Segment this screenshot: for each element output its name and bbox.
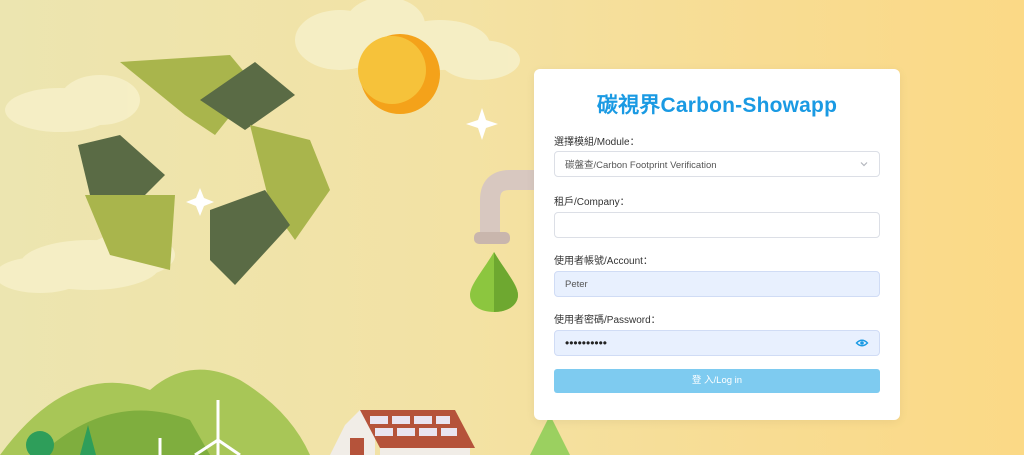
water-drop-icon [470, 252, 518, 312]
login-card: 碳視界Carbon-Showapp 選擇模組/Module： 碳盤查/Carbo… [534, 69, 900, 420]
login-button[interactable]: 登 入/Log in [554, 369, 880, 393]
sparkle-icon [186, 108, 498, 216]
eye-icon[interactable] [855, 336, 869, 350]
company-input[interactable] [554, 212, 880, 238]
account-input-value: Peter [565, 278, 588, 290]
chevron-down-icon [859, 159, 869, 169]
password-input[interactable]: •••••••••• [554, 330, 880, 356]
account-label: 使用者帳號/Account： [554, 256, 653, 267]
module-select[interactable]: 碳盤查/Carbon Footprint Verification [554, 151, 880, 177]
company-label: 租戶/Company： [554, 197, 630, 208]
sun-icon [358, 34, 440, 114]
house-icon [330, 410, 475, 455]
account-input[interactable]: Peter [554, 271, 880, 297]
module-select-value: 碳盤查/Carbon Footprint Verification [565, 160, 717, 171]
password-input-value: •••••••••• [565, 336, 608, 350]
module-label: 選擇模組/Module： [554, 137, 640, 148]
faucet-icon [474, 170, 534, 244]
password-label: 使用者密碼/Password： [554, 315, 661, 326]
app-title: 碳視界Carbon-Showapp [596, 94, 838, 117]
